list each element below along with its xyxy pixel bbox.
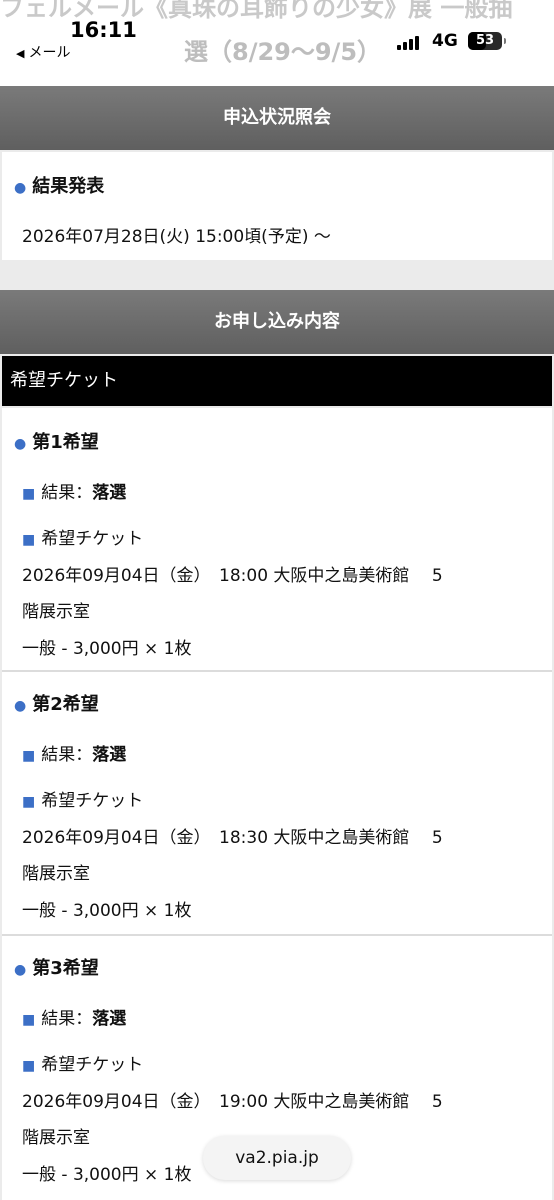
page: フェルメール《真珠の耳飾りの少女》展 一般抽 選（8/29〜9/5） 16:11… — [0, 0, 554, 1200]
square-bullet-icon: ■ — [22, 532, 36, 548]
square-bullet-icon: ■ — [22, 1012, 36, 1028]
battery-icon: 53 — [468, 32, 506, 50]
choice-ticket-label: ■ 希望チケット — [22, 529, 144, 549]
choice-datetime-venue: 2026年09月04日（金） 19:00 大阪中之島美術館 5 — [22, 1092, 443, 1112]
bullet-icon: ● — [14, 962, 27, 978]
browser-url-bar[interactable]: va2.pia.jp — [203, 1136, 351, 1180]
choice-title: ● 第2希望 — [14, 694, 99, 715]
square-bullet-icon: ■ — [22, 748, 36, 764]
back-arrow-icon: ◀ — [16, 47, 25, 60]
square-bullet-icon: ■ — [22, 794, 36, 810]
bullet-icon: ● — [14, 180, 27, 196]
choice-price: 一般 - 3,000円 × 1枚 — [22, 901, 192, 921]
ticket-bar: 希望チケット — [2, 356, 552, 406]
choice-ticket-label: ■ 希望チケット — [22, 1055, 144, 1075]
choice-card-1: ● 第1希望 ■ 結果：落選 ■ 希望チケット 2026年09月04日（金） 18:0… — [2, 408, 552, 670]
square-bullet-icon: ■ — [22, 486, 36, 502]
result-announcement-title: ● 結果発表 — [14, 176, 105, 197]
choice-room: 階展示室 — [22, 1128, 90, 1148]
choice-price: 一般 - 3,000円 × 1枚 — [22, 639, 192, 659]
choice-title: ● 第1希望 — [14, 432, 99, 453]
application-header: お申し込み内容 — [0, 290, 554, 354]
square-bullet-icon: ■ — [22, 1058, 36, 1074]
choice-ticket-label: ■ 希望チケット — [22, 791, 144, 811]
choice-datetime-venue: 2026年09月04日（金） 18:30 大阪中之島美術館 5 — [22, 828, 443, 848]
result-value: 落選 — [92, 1009, 127, 1029]
choice-card-2: ● 第2希望 ■ 結果：落選 ■ 希望チケット 2026年09月04日（金） 18:3… — [2, 672, 552, 934]
choice-result: ■ 結果：落選 — [22, 745, 127, 765]
result-value: 落選 — [92, 483, 127, 503]
inquiry-header: 申込状況照会 — [0, 86, 554, 150]
choice-datetime-venue: 2026年09月04日（金） 18:00 大阪中之島美術館 5 — [22, 566, 443, 586]
back-to-mail-button[interactable]: ◀ メール — [16, 42, 70, 62]
choice-title: ● 第3希望 — [14, 958, 99, 979]
bullet-icon: ● — [14, 436, 27, 452]
status-time: 16:11 — [70, 18, 137, 42]
result-date: 2026年07月28日(火) 15:00頃(予定) 〜 — [22, 227, 331, 247]
choice-result: ■ 結果：落選 — [22, 1009, 127, 1029]
choice-price: 一般 - 3,000円 × 1枚 — [22, 1165, 192, 1185]
choice-room: 階展示室 — [22, 864, 90, 884]
network-type: 4G — [432, 31, 458, 51]
cellular-signal-icon — [397, 36, 421, 50]
status-bar: フェルメール《真珠の耳飾りの少女》展 一般抽 選（8/29〜9/5） 16:11… — [0, 0, 554, 86]
result-announcement-card: ● 結果発表 2026年07月28日(火) 15:00頃(予定) 〜 — [2, 152, 552, 260]
choice-room: 階展示室 — [22, 602, 90, 622]
result-value: 落選 — [92, 745, 127, 765]
bullet-icon: ● — [14, 698, 27, 714]
battery-level: 53 — [475, 33, 495, 48]
choice-result: ■ 結果：落選 — [22, 483, 127, 503]
